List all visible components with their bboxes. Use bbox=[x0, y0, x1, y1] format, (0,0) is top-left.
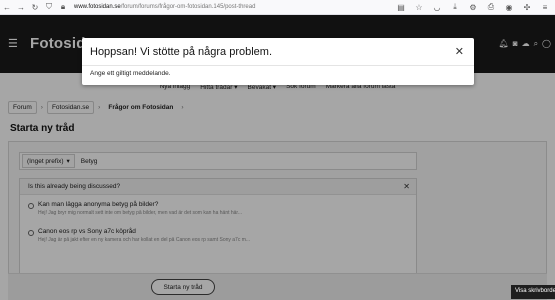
bookmark-star-icon[interactable]: ☆ bbox=[413, 1, 425, 13]
error-dialog: Hoppsan! Vi stötte på några problem. ✕ A… bbox=[82, 38, 474, 85]
pocket-icon[interactable]: ◡ bbox=[431, 1, 443, 13]
download-icon[interactable]: ⤓ bbox=[449, 1, 461, 13]
extensions-puzzle-icon[interactable]: ✣ bbox=[521, 1, 533, 13]
lock-icon[interactable]: 🔒︎ bbox=[56, 0, 70, 14]
menu-icon[interactable]: ≡ bbox=[539, 1, 551, 13]
close-icon[interactable]: ✕ bbox=[455, 45, 464, 58]
printer-icon[interactable]: ⎙ bbox=[485, 1, 497, 13]
url-path: /forum/forums/frågor-om-fotosidan.145/po… bbox=[120, 4, 256, 10]
reload-icon[interactable]: ↻ bbox=[28, 0, 42, 14]
dialog-title: Hoppsan! Vi stötte på några problem. bbox=[90, 46, 273, 58]
back-arrow-icon[interactable]: ← bbox=[0, 0, 14, 14]
extension-icon[interactable]: ◉ bbox=[503, 1, 515, 13]
forward-arrow-icon[interactable]: → bbox=[14, 0, 28, 14]
address-bar[interactable]: www.fotosidan.se/forum/forums/frågor-om-… bbox=[74, 4, 255, 10]
show-desktop-tooltip: Visa skrivbordet bbox=[511, 285, 555, 299]
dialog-message: Ange ett giltigt meddelande. bbox=[82, 65, 474, 81]
url-domain: www.fotosidan.se bbox=[74, 4, 121, 10]
reader-view-icon[interactable]: ▤ bbox=[395, 1, 407, 13]
settings-icon[interactable]: ⚙ bbox=[467, 1, 479, 13]
browser-toolbar: ← → ↻ ⛉ 🔒︎ www.fotosidan.se/forum/forums… bbox=[0, 0, 555, 15]
shield-icon[interactable]: ⛉ bbox=[42, 0, 56, 14]
